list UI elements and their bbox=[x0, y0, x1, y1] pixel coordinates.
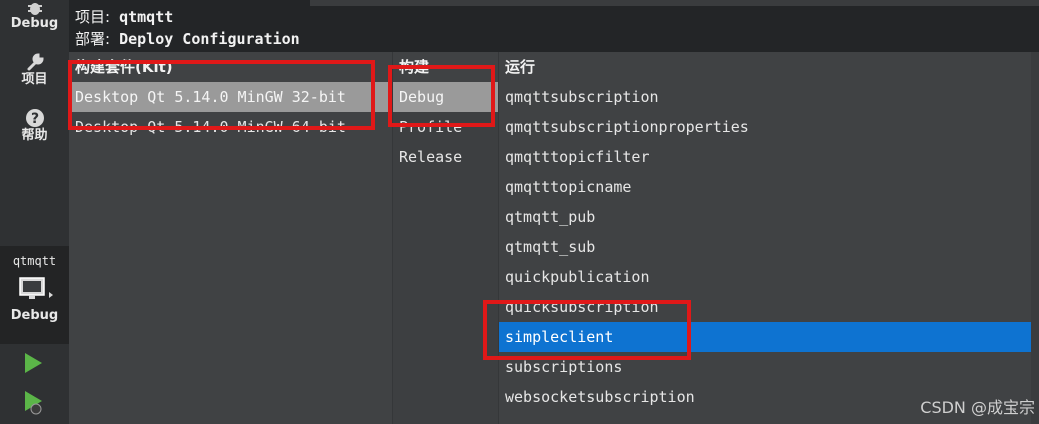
wrench-icon bbox=[27, 53, 44, 71]
help-icon: ? bbox=[25, 109, 44, 127]
annotation-box-run bbox=[483, 300, 691, 360]
project-value: qtmqtt bbox=[119, 8, 174, 26]
background-strip bbox=[310, 0, 1039, 6]
run-item[interactable]: qtmqtt_pub bbox=[499, 202, 1031, 232]
popup-header: 项目: qtmqtt 部署: Deploy Configuration bbox=[69, 0, 1039, 52]
run-item[interactable]: qmqttsubscription bbox=[499, 82, 1031, 112]
build-list: Debug Profile Release bbox=[393, 82, 499, 424]
monitor-icon bbox=[19, 277, 53, 299]
mode-debug-label: Debug bbox=[10, 16, 59, 31]
project-line: 项目: qtmqtt bbox=[75, 6, 173, 27]
scrollbar-track[interactable] bbox=[1031, 52, 1039, 424]
svg-text:?: ? bbox=[30, 111, 38, 127]
run-item[interactable]: qmqtttopicname bbox=[499, 172, 1031, 202]
run-icon[interactable] bbox=[22, 352, 44, 374]
mode-projects[interactable]: 项目 bbox=[0, 52, 69, 88]
mode-debug[interactable]: Debug bbox=[0, 0, 69, 32]
project-key: 项目: bbox=[75, 8, 111, 26]
run-column-header: 运行 bbox=[505, 58, 536, 76]
annotation-box-kit bbox=[68, 60, 375, 130]
bug-icon bbox=[27, 3, 42, 15]
run-item[interactable]: qtmqtt_sub bbox=[499, 232, 1031, 262]
watermark: CSDN @成宝宗 bbox=[920, 398, 1035, 417]
target-build-name: Debug bbox=[10, 308, 59, 323]
run-list: qmqttsubscription qmqttsubscriptionprope… bbox=[499, 82, 1031, 412]
target-selector[interactable]: qtmqtt Debug bbox=[0, 246, 69, 344]
deploy-value: Deploy Configuration bbox=[119, 30, 300, 48]
annotation-box-build bbox=[388, 65, 495, 127]
target-project-name: qtmqtt bbox=[12, 254, 57, 268]
debug-run-icon[interactable] bbox=[22, 390, 46, 416]
mode-sidebar: Debug 项目 ? 帮助 qtmqtt Debug bbox=[0, 0, 69, 424]
run-item[interactable]: quickpublication bbox=[499, 262, 1031, 292]
mode-projects-label: 项目 bbox=[21, 72, 48, 87]
build-item[interactable]: Release bbox=[393, 142, 499, 172]
run-item[interactable]: qmqtttopicfilter bbox=[499, 142, 1031, 172]
mode-help-label: 帮助 bbox=[21, 128, 48, 143]
run-item[interactable]: qmqttsubscriptionproperties bbox=[499, 112, 1031, 142]
deploy-key: 部署: bbox=[75, 30, 111, 48]
mode-help[interactable]: ? 帮助 bbox=[0, 108, 69, 144]
deploy-line: 部署: Deploy Configuration bbox=[75, 28, 300, 49]
